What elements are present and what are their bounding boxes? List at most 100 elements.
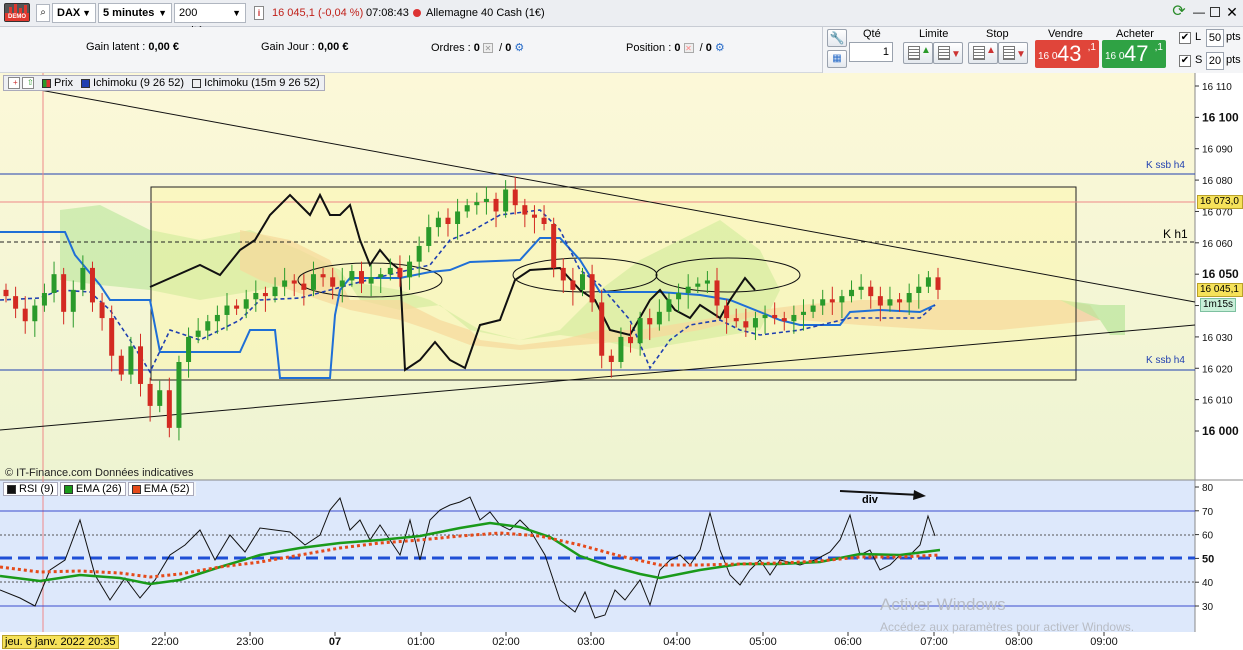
candle-body [426,227,432,246]
candle-body [330,277,336,287]
add-icon[interactable]: + [8,77,20,89]
candle-body [589,274,595,303]
candle-body [541,217,547,224]
candle-body [493,198,499,212]
candle-body [234,305,240,309]
candle-body [378,274,384,278]
limit-checkbox[interactable]: ✔ [1179,32,1191,44]
demo-logo-icon: DEMO [4,3,30,22]
rsi-legend: RSI (9) EMA (26) EMA (52) [3,482,196,496]
limit-buy-button[interactable]: ▲ [903,42,933,64]
instrument-select[interactable]: DAX ▼ [52,3,96,23]
candle-body [877,296,883,306]
stop-sell-button[interactable]: ▼ [998,42,1028,64]
time-tick-label: 03:00 [577,636,605,648]
candle-body [714,280,720,306]
chevron-down-icon: ▼ [232,8,241,18]
candle-body [186,336,192,362]
timeframe-select[interactable]: 5 minutes ▼ [98,3,172,23]
time-tick-label: 06:00 [834,636,862,648]
candle-body [647,318,653,325]
price-tag-last: 16 045,1 [1197,283,1243,297]
candle-body [397,267,403,278]
price-tick-label: 16 020 [1202,364,1233,375]
search-icon[interactable]: ⌕ [36,4,50,22]
s-input[interactable]: 20 [1206,52,1224,70]
legend-rsi[interactable]: RSI (9) [3,482,58,496]
candle-body [349,271,355,281]
minimize-button[interactable]: — [1192,5,1206,19]
legend-prix[interactable]: Prix [38,77,77,89]
price-tick-label: 16 060 [1202,239,1233,250]
candle-body [579,274,585,290]
order-panel: 🔧 ▦ Qté 1 Limite ▲ ▼ Stop ▲ ▼ Vendre 16 … [822,27,1243,73]
limit-sell-button[interactable]: ▼ [933,42,963,64]
candle-body [282,280,288,287]
cancel-orders-icon[interactable]: ✕ [482,43,493,54]
candle-body [676,293,682,300]
legend-ema26[interactable]: EMA (26) [59,482,126,496]
close-button[interactable]: ✕ [1225,3,1239,21]
candle-body [791,314,797,322]
candle-body [416,245,422,262]
kssb-top-label: K ssb h4 [1146,160,1185,171]
l-input[interactable]: 50 [1206,29,1224,47]
gear-icon[interactable]: ⚙ [514,42,524,54]
candle-body [61,274,67,312]
candle-body [262,293,268,297]
buy-button[interactable]: 16 0 47 ,1 [1102,40,1166,68]
rsi-tick-label: 70 [1202,507,1214,518]
up-arrow-icon[interactable]: ⇧ [22,77,34,89]
maximize-button[interactable] [1210,7,1220,17]
price-chart[interactable]: 16 110 16 100 16 090 16 080 16 070 16 060 16 0… [0,73,1243,650]
time-tick-label: 08:00 [1005,636,1033,648]
candle-body [868,286,874,297]
time-tick-label: 09:00 [1090,636,1118,648]
orders-info[interactable]: Ordres : 0 ✕ / 0 ⚙ [431,41,524,54]
candle-body [599,302,605,356]
candle-body [839,296,845,303]
time-tick-label: 01:00 [407,636,435,648]
rsi-tick-label: 50 [1202,553,1214,565]
gear-icon[interactable]: ⚙ [715,42,725,54]
candle-body [503,189,509,212]
refresh-icon[interactable]: ⟳ [1170,3,1188,23]
candle-body [724,305,730,319]
l-unit: pts [1226,31,1241,43]
stop-checkbox[interactable]: ✔ [1179,55,1191,67]
candle-body [916,286,922,293]
candle-body [656,311,662,325]
position-info[interactable]: Position : 0 ✕ / 0 ⚙ [626,41,725,54]
info-icon[interactable]: i [254,6,264,20]
candle-body [41,293,47,306]
legend-ichimoku2[interactable]: Ichimoku (15m 9 26 52) [188,77,324,89]
gain-jour: Gain Jour : 0,00 € [261,41,349,53]
legend-ichimoku1[interactable]: Ichimoku (9 26 52) [77,77,188,89]
gain-latent: Gain latent : 0,00 € [86,41,179,53]
candle-body [685,286,691,293]
sell-button[interactable]: 16 0 43 ,1 [1035,40,1099,68]
units-select[interactable]: 200 unités▼ [174,3,246,37]
legend-arrows[interactable]: + ⇧ [4,77,38,89]
close-position-icon[interactable]: ✕ [683,43,694,54]
candle-body [810,305,816,312]
candle-body [522,205,528,215]
s-label: S [1195,54,1203,66]
legend-ema52[interactable]: EMA (52) [127,482,194,496]
candle-body [301,283,307,290]
stop-buy-button[interactable]: ▲ [968,42,998,64]
activation-watermark-text: Accédez aux paramètres pour activer Wind… [880,620,1135,634]
candle-body [3,289,9,297]
sell-label: Vendre [1048,28,1083,40]
candle-body [858,286,864,290]
price-tick-label: 16 030 [1202,333,1233,344]
candle-body [32,305,38,322]
candle-body [906,293,912,303]
candle-body [772,314,778,319]
qty-input[interactable]: 1 [849,42,893,62]
keypad-icon[interactable]: ▦ [827,50,847,68]
candle-body [897,299,903,303]
div-label: div [862,494,878,506]
wrench-icon[interactable]: 🔧 [827,29,847,47]
candle-body [147,383,153,406]
